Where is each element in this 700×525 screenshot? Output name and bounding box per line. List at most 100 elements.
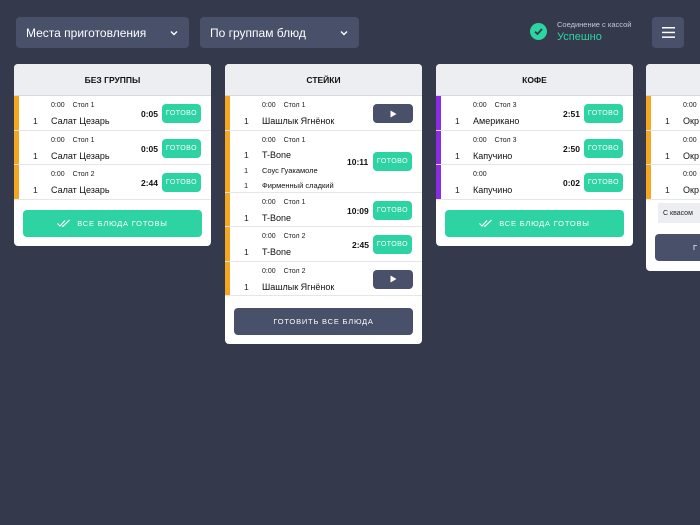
item-name: Капучино <box>473 185 513 195</box>
start-cooking-button[interactable] <box>373 104 413 123</box>
item-name: Окр <box>683 185 699 195</box>
order-item-row: 0:00 Стол 1 1 Салат Цезарь 0:05 ГОТОВО <box>14 130 211 165</box>
item-qty: 1 <box>455 116 460 126</box>
item-timer: 2:44 <box>141 178 159 188</box>
cook-all-dishes-label: Г <box>693 243 698 252</box>
card-title <box>646 64 700 96</box>
item-qty: 1 <box>244 247 249 257</box>
item-qty: 1 <box>244 281 249 292</box>
play-icon <box>390 275 396 283</box>
table-label: Стол 1 <box>72 136 95 144</box>
connection-label: Соединение с кассой <box>557 20 632 29</box>
double-check-icon <box>57 219 71 227</box>
ready-button[interactable]: ГОТОВО <box>584 173 623 192</box>
item-timer: 0:05 <box>141 109 159 119</box>
card-title: СТЕЙКИ <box>225 64 422 96</box>
status-bar <box>436 130 441 164</box>
item-qty: 1 <box>665 185 670 195</box>
ready-button[interactable]: ГОТОВО <box>584 138 623 158</box>
cook-all-dishes-button[interactable]: Г <box>655 234 700 261</box>
order-item-row: 0:00 Стол 2 1 T-Bone 2:45 ГОТОВО <box>225 227 422 262</box>
double-check-icon <box>479 219 493 227</box>
group-card-partial: 0:00 1 Окр 0:00 1 Окр 0:00 1 Окр С квасо… <box>646 64 700 271</box>
status-bar <box>225 227 230 261</box>
item-timer: 10:11 <box>347 156 369 167</box>
item-name: Салат Цезарь <box>51 185 110 195</box>
item-timer: 2:45 <box>352 240 370 250</box>
order-item-row: 0:00 1 Окр <box>646 96 700 131</box>
status-bar <box>436 165 441 199</box>
group-card-coffee: КОФЕ 0:00 Стол 3 1 Американо 2:51 ГОТОВО … <box>436 64 633 246</box>
order-time: 0:00 <box>683 171 697 178</box>
item-name: Салат Цезарь <box>51 150 110 161</box>
order-time: 0:00 <box>51 102 65 109</box>
ready-button[interactable]: ГОТОВО <box>162 138 201 158</box>
ready-button[interactable]: ГОТОВО <box>584 104 623 123</box>
item-qty: 1 <box>33 150 38 161</box>
table-label: Стол 3 <box>494 136 517 144</box>
order-time: 0:00 <box>51 171 65 178</box>
card-title: БЕЗ ГРУППЫ <box>14 64 211 96</box>
start-cooking-button[interactable] <box>373 269 413 289</box>
item-timer: 0:02 <box>563 178 581 188</box>
all-dishes-ready-button[interactable]: ВСЕ БЛЮДА ГОТОВЫ <box>445 210 624 237</box>
modifier-qty: 1 <box>244 180 249 190</box>
cook-all-dishes-label: ГОТОВИТЬ ВСЕ БЛЮДА <box>273 317 374 326</box>
order-item-row: 0:00 1 Капучино 0:02 ГОТОВО <box>436 165 633 200</box>
all-dishes-ready-button[interactable]: ВСЕ БЛЮДА ГОТОВЫ <box>23 210 202 237</box>
table-label: Стол 2 <box>72 171 95 178</box>
table-label: Стол 1 <box>72 102 95 109</box>
order-time: 0:00 <box>473 171 487 178</box>
ready-button[interactable]: ГОТОВО <box>373 200 412 220</box>
item-qty: 1 <box>244 116 249 126</box>
group-card-steaks: СТЕЙКИ 0:00 Стол 1 1 Шашлык Ягнёнок 0:00 С… <box>225 64 422 344</box>
order-item-row: 0:00 Стол 1 1 T-Bone 1 Соус Гуакамоле 1 Ф… <box>225 130 422 193</box>
status-bar <box>14 165 19 199</box>
item-name: T-Bone <box>262 149 292 160</box>
place-select[interactable]: Места приготовления <box>16 17 189 48</box>
ready-button[interactable]: ГОТОВО <box>162 173 201 192</box>
menu-button[interactable] <box>652 17 684 48</box>
status-bar <box>436 96 441 130</box>
order-time: 0:00 <box>473 102 487 109</box>
table-label: Стол 1 <box>283 102 306 109</box>
status-bar <box>225 261 230 295</box>
item-qty: 1 <box>244 149 249 160</box>
ready-button[interactable]: ГОТОВО <box>373 151 412 171</box>
chevron-down-icon <box>340 30 348 35</box>
group-select[interactable]: По группам блюд <box>200 17 359 48</box>
item-name: Американо <box>473 116 520 126</box>
order-item-row: 0:00 Стол 3 1 Американо 2:51 ГОТОВО <box>436 96 633 131</box>
order-time: 0:00 <box>262 233 276 240</box>
modifier-qty: 1 <box>244 165 249 175</box>
item-name: Шашлык Ягнёнок <box>262 281 335 292</box>
all-dishes-ready-label: ВСЕ БЛЮДА ГОТОВЫ <box>499 219 590 228</box>
connection-status: Соединение с кассой Успешно <box>530 20 631 43</box>
cook-all-dishes-button[interactable]: ГОТОВИТЬ ВСЕ БЛЮДА <box>234 308 413 335</box>
order-item-row: 0:00 Стол 1 1 Шашлык Ягнёнок <box>225 96 422 131</box>
item-timer: 2:51 <box>563 109 581 119</box>
order-time: 0:00 <box>262 102 276 109</box>
order-time: 0:00 <box>683 102 697 109</box>
item-name: T-Bone <box>262 212 292 223</box>
play-icon <box>390 110 396 117</box>
item-qty: 1 <box>455 150 460 161</box>
item-name: Окр <box>683 150 699 161</box>
ready-button[interactable]: ГОТОВО <box>373 235 412 254</box>
item-timer: 10:09 <box>347 205 369 216</box>
group-select-value: По группам блюд <box>210 25 306 40</box>
order-item-row: 0:00 Стол 3 1 Капучино 2:50 ГОТОВО <box>436 130 633 165</box>
group-card-no-group: БЕЗ ГРУППЫ 0:00 Стол 1 1 Салат Цезарь 0:0… <box>14 64 211 246</box>
chevron-down-icon <box>170 30 178 35</box>
status-bar <box>225 130 230 192</box>
order-time: 0:00 <box>262 267 276 275</box>
item-comment: С квасом <box>658 203 700 223</box>
table-label: Стол 1 <box>283 136 306 144</box>
order-item-row: 0:00 Стол 1 1 T-Bone 10:09 ГОТОВО <box>225 192 422 227</box>
table-label: Стол 1 <box>283 198 306 206</box>
order-item-row: 0:00 1 Окр <box>646 130 700 165</box>
ready-button[interactable]: ГОТОВО <box>162 104 201 123</box>
order-item-row: 0:00 1 Окр <box>646 165 700 200</box>
order-item-row: 0:00 Стол 2 1 Шашлык Ягнёнок <box>225 261 422 296</box>
status-bar <box>14 130 19 164</box>
